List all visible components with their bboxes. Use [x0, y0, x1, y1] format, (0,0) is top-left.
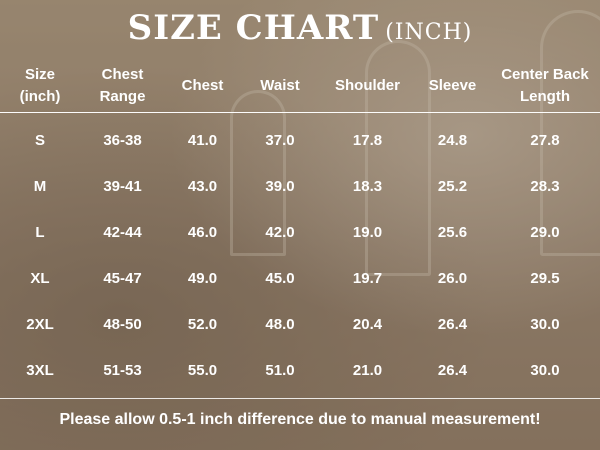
- title-unit: (INCH): [385, 20, 473, 45]
- measurement-cell: 45.0: [265, 269, 295, 287]
- column-header-line: Range: [99, 88, 146, 105]
- measurement-cell: 26.4: [437, 361, 468, 379]
- size-label: L: [35, 223, 45, 241]
- column-header-line: Chest: [181, 77, 224, 94]
- measurement-cell: 39.0: [265, 177, 295, 195]
- measurement-cell: 19.7: [352, 269, 383, 287]
- column-header: Size (inch): [0, 60, 80, 113]
- divider: [0, 398, 600, 399]
- measurement-cell: 27.8: [530, 131, 560, 149]
- table-header: Size (inch) Chest Range Chest Waist Shoulder Sl…: [0, 60, 600, 113]
- measurement-cell: 19.0: [352, 223, 383, 241]
- measurement-cell: 52.0: [187, 315, 218, 333]
- table-row: 2XL 48-50 52.0 48.0 20.4 26.4 30.0: [0, 301, 600, 347]
- measurement-cell: 25.6: [437, 223, 468, 241]
- measurement-cell: 29.5: [530, 269, 560, 287]
- measurement-cell: 46.0: [187, 223, 218, 241]
- header-row: Size (inch) Chest Range Chest Waist Shoulder Sl…: [0, 60, 600, 113]
- table-row: L 42-44 46.0 42.0 19.0 25.6 29.0: [0, 209, 600, 255]
- table-row: S 36-38 41.0 37.0 17.8 24.8 27.8: [0, 113, 600, 164]
- size-label: 3XL: [26, 361, 54, 379]
- measurement-cell: 26.4: [437, 315, 468, 333]
- column-header-line: (inch): [19, 88, 61, 105]
- measurement-cell: 29.0: [530, 223, 560, 241]
- title-main: SIZE CHART: [127, 8, 380, 48]
- measurement-cell: 48-50: [103, 315, 142, 333]
- column-header-line: Sleeve: [428, 77, 477, 94]
- measurement-cell: 25.2: [437, 177, 468, 195]
- measurement-cell: 43.0: [187, 177, 218, 195]
- column-header: Sleeve: [415, 60, 490, 113]
- column-header-line: Chest: [101, 66, 144, 83]
- measurement-cell: 30.0: [530, 361, 560, 379]
- measurement-cell: 21.0: [352, 361, 383, 379]
- size-label: S: [34, 131, 45, 149]
- column-header-line: Length: [520, 88, 570, 105]
- measurement-cell: 45-47: [103, 269, 142, 287]
- column-header: Shoulder: [320, 60, 415, 113]
- measurement-cell: 30.0: [530, 315, 560, 333]
- column-header-line: Waist: [260, 77, 300, 94]
- measurement-cell: 55.0: [187, 361, 218, 379]
- size-label: M: [33, 177, 47, 195]
- measurement-cell: 42.0: [265, 223, 295, 241]
- measurement-cell: 39-41: [103, 177, 142, 195]
- size-label: 2XL: [26, 315, 54, 333]
- column-header-line: Size: [24, 66, 55, 83]
- measurement-cell: 42-44: [103, 223, 142, 241]
- measurement-cell: 49.0: [187, 269, 218, 287]
- table-row: 3XL 51-53 55.0 51.0 21.0 26.4 30.0: [0, 347, 600, 393]
- measurement-cell: 20.4: [352, 315, 383, 333]
- measurement-cell: 37.0: [265, 131, 295, 149]
- table-row: M 39-41 43.0 39.0 18.3 25.2 28.3: [0, 163, 600, 209]
- table-body: S 36-38 41.0 37.0 17.8 24.8 27.8 M 39-41 43.0 39.0…: [0, 113, 600, 394]
- measurement-cell: 51-53: [103, 361, 142, 379]
- column-header-line: Center Back: [501, 66, 589, 83]
- column-header: Chest Range: [80, 60, 165, 113]
- measurement-cell: 28.3: [530, 177, 560, 195]
- column-header-line: Shoulder: [334, 77, 400, 94]
- measurement-cell: 48.0: [265, 315, 295, 333]
- column-header: Waist: [240, 60, 320, 113]
- measurement-cell: 36-38: [103, 131, 142, 149]
- table-row: XL 45-47 49.0 45.0 19.7 26.0 29.5: [0, 255, 600, 301]
- chart-title: SIZE CHART (INCH): [0, 8, 600, 48]
- column-header: Chest: [165, 60, 240, 113]
- measurement-cell: 18.3: [352, 177, 383, 195]
- measurement-cell: 51.0: [265, 361, 295, 379]
- measurement-cell: 17.8: [352, 131, 383, 149]
- measurement-note: Please allow 0.5-1 inch difference due t…: [59, 411, 541, 428]
- measurement-cell: 24.8: [437, 131, 468, 149]
- size-label: XL: [30, 269, 50, 287]
- measurement-cell: 26.0: [437, 269, 468, 287]
- size-table: Size (inch) Chest Range Chest Waist Shoulder Sl…: [0, 60, 600, 393]
- measurement-cell: 41.0: [187, 131, 218, 149]
- column-header: Center Back Length: [490, 60, 600, 113]
